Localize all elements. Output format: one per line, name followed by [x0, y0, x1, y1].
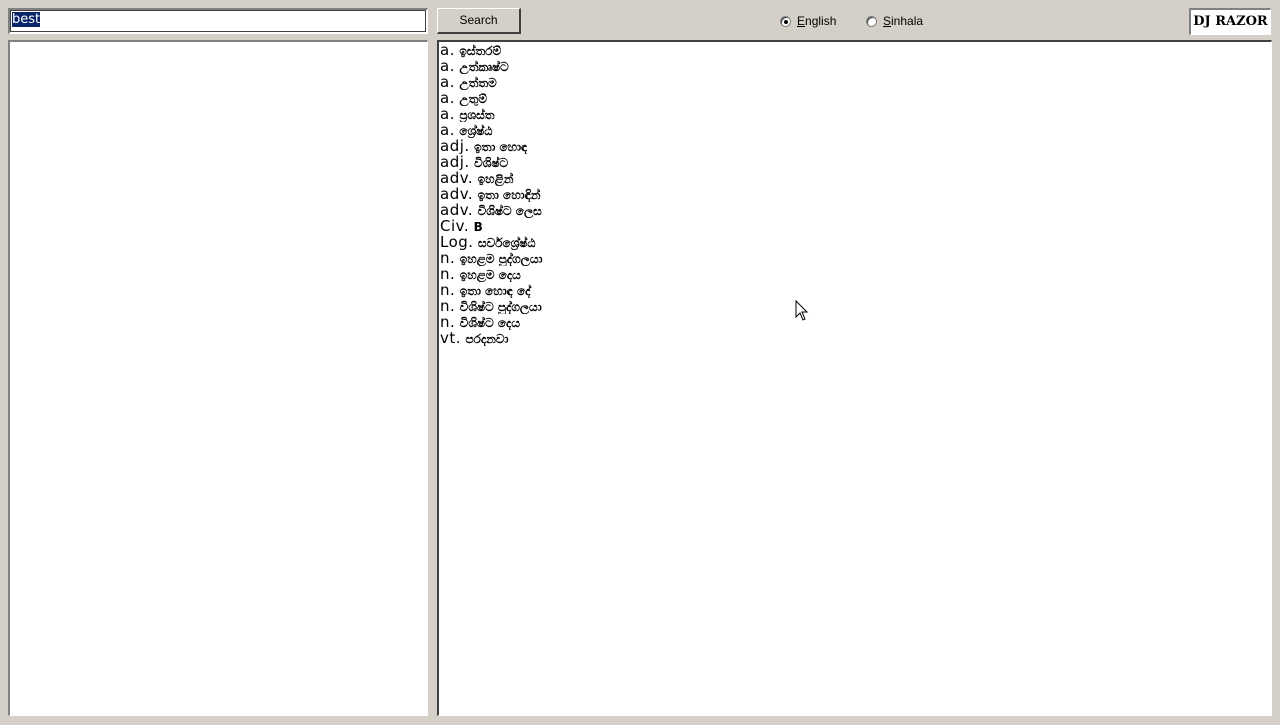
result-line: n. ඉහළම දෙය [440, 266, 1271, 282]
result-part-of-speech: adv. [440, 170, 474, 186]
result-part-of-speech: a. [440, 90, 455, 106]
result-line: adv. ඉතා හොඳින් [440, 186, 1271, 202]
result-line: a. උතුම් [440, 90, 1271, 106]
result-meaning: සර්වශ්‍රේෂ්ඨ [478, 236, 536, 250]
result-part-of-speech: adj. [440, 138, 470, 154]
result-part-of-speech: a. [440, 106, 455, 122]
english-radio[interactable] [780, 15, 791, 27]
result-meaning: පරදනවා [465, 332, 509, 346]
result-line: adv. ඉහළින් [440, 170, 1271, 186]
result-part-of-speech: vt. [440, 330, 462, 346]
result-meaning: ඉස්තරම් [459, 44, 502, 58]
result-part-of-speech: n. [440, 250, 456, 266]
sinhala-radio[interactable] [866, 15, 877, 27]
result-part-of-speech: Civ. [440, 218, 470, 234]
result-part-of-speech: Log. [440, 234, 474, 250]
result-part-of-speech: n. [440, 282, 456, 298]
result-line: vt. පරදනවා [440, 330, 1271, 346]
result-meaning: ඉහළින් [477, 172, 514, 186]
results-list: a. ඉස්තරම් a. උත්කෘෂ්ට a. උත්තම a. උතුම් a. … [440, 42, 1271, 346]
result-line: a. උත්කෘෂ්ට [440, 58, 1271, 74]
result-meaning: ඉහළම පුද්ගලයා [459, 252, 543, 266]
sinhala-radio-label: Sinhala [883, 14, 924, 28]
search-input-selected-text: best [12, 12, 41, 27]
language-option-english[interactable]: English [780, 13, 836, 29]
result-line: n. ඉතා හොඳ දේ [440, 282, 1271, 298]
result-part-of-speech: n. [440, 298, 456, 314]
search-button[interactable]: Search [437, 8, 521, 34]
result-line: n. ඉහළම පුද්ගලයා [440, 250, 1271, 266]
result-meaning: ශ්‍රේෂ්ඨ [459, 124, 493, 138]
result-meaning: ඉතා හොඳ [474, 140, 528, 154]
result-line: adj. ඉතා හොඳ [440, 138, 1271, 154]
result-line: adj. විශිෂ්ට [440, 154, 1271, 170]
mouse-pointer-icon [795, 300, 809, 321]
results-panel[interactable]: a. ඉස්තරම් a. උත්කෘෂ්ට a. උත්තම a. උතුම් a. … [437, 40, 1272, 716]
result-meaning: ඉතා හොඳ දේ [459, 284, 531, 298]
result-meaning: විශිෂ්ට දෙය [459, 316, 521, 330]
result-line: Log. සර්වශ්‍රේෂ්ඨ [440, 234, 1271, 250]
result-part-of-speech: n. [440, 266, 456, 282]
result-meaning: විශිෂ්ට [474, 156, 509, 170]
word-list[interactable] [8, 40, 428, 716]
result-line: a. ශ්‍රේෂ්ඨ [440, 122, 1271, 138]
result-part-of-speech: a. [440, 42, 455, 58]
result-line: Civ. B [440, 218, 1271, 234]
result-meaning: ප්‍රශස්ත [459, 108, 495, 122]
result-line: a. උත්තම [440, 74, 1271, 90]
language-option-sinhala[interactable]: Sinhala [866, 13, 923, 29]
result-part-of-speech: adv. [440, 202, 474, 218]
result-part-of-speech: a. [440, 122, 455, 138]
search-input[interactable]: best [8, 8, 428, 34]
english-radio-label: English [797, 14, 837, 28]
result-meaning: උතුම් [459, 92, 487, 106]
result-line: n. විශිෂ්ට දෙය [440, 314, 1271, 330]
result-meaning: විශිෂ්ට ලෙස [477, 204, 542, 218]
result-line: a. ඉස්තරම් [440, 42, 1271, 58]
dictionary-window: best Search English Sinhala DJ RAZOR a. … [0, 0, 1280, 725]
result-line: adv. විශිෂ්ට ලෙස [440, 202, 1271, 218]
result-meaning: උත්තම [459, 76, 497, 90]
result-meaning: විශිෂ්ට පුද්ගලයා [459, 300, 542, 314]
result-part-of-speech: a. [440, 74, 455, 90]
result-part-of-speech: n. [440, 314, 456, 330]
brand-badge: DJ RAZOR [1189, 8, 1271, 35]
result-line: n. විශිෂ්ට පුද්ගලයා [440, 298, 1271, 314]
result-line: a. ප්‍රශස්ත [440, 106, 1271, 122]
result-meaning: ඉහළම දෙය [459, 268, 521, 282]
result-part-of-speech: adj. [440, 154, 470, 170]
result-part-of-speech: adv. [440, 186, 474, 202]
result-meaning: උත්කෘෂ්ට [459, 60, 509, 74]
result-part-of-speech: a. [440, 58, 455, 74]
result-meaning: ඉතා හොඳින් [477, 188, 541, 202]
result-meaning: B [473, 220, 483, 234]
